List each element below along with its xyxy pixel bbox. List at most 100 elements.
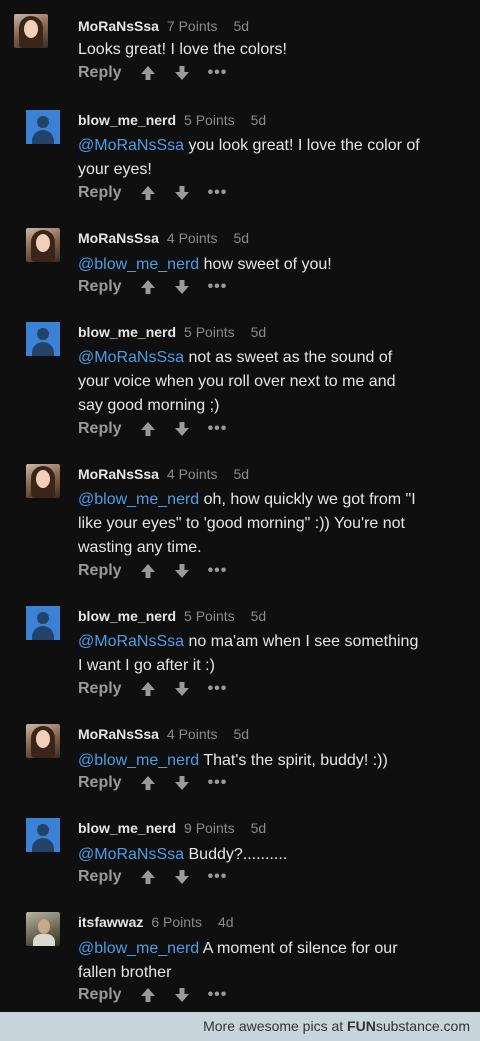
- comment-actions: Reply •••: [78, 184, 227, 202]
- comment-actions: Reply •••: [78, 420, 227, 438]
- more-options-icon[interactable]: •••: [208, 868, 228, 886]
- timestamp: 4d: [217, 914, 234, 930]
- reply-button[interactable]: Reply: [78, 64, 122, 82]
- comment-meta: itsfawwaz 6 Points 4d: [78, 914, 234, 930]
- upvote-arrow-icon[interactable]: [140, 65, 156, 81]
- more-options-icon[interactable]: •••: [208, 562, 228, 580]
- user-avatar[interactable]: [26, 912, 60, 946]
- username[interactable]: blow_me_nerd: [78, 820, 176, 836]
- points: 6 Points: [151, 914, 202, 930]
- comment-actions: Reply •••: [78, 278, 227, 296]
- reply-button[interactable]: Reply: [78, 774, 122, 792]
- username[interactable]: MoRaNsSsa: [78, 18, 159, 34]
- points: 5 Points: [184, 324, 235, 340]
- more-options-icon[interactable]: •••: [208, 774, 228, 792]
- user-avatar[interactable]: [26, 464, 60, 498]
- more-options-icon[interactable]: •••: [208, 420, 228, 438]
- comment-meta: MoRaNsSsa 4 Points 5d: [78, 726, 249, 742]
- points: 7 Points: [166, 18, 218, 34]
- downvote-arrow-icon[interactable]: [174, 775, 190, 791]
- points: 4 Points: [166, 726, 218, 742]
- reply-button[interactable]: Reply: [78, 986, 122, 1004]
- timestamp: 5d: [250, 324, 267, 340]
- mention-link[interactable]: @blow_me_nerd: [78, 752, 199, 769]
- timestamp: 5d: [233, 18, 250, 34]
- reply-button[interactable]: Reply: [78, 420, 122, 438]
- reply-button[interactable]: Reply: [78, 868, 122, 886]
- comment-actions: Reply •••: [78, 774, 227, 792]
- comment-meta: MoRaNsSsa 4 Points 5d: [78, 466, 249, 482]
- user-avatar[interactable]: [14, 14, 48, 48]
- reply-button[interactable]: Reply: [78, 562, 122, 580]
- more-options-icon[interactable]: •••: [208, 278, 228, 296]
- comment-actions: Reply •••: [78, 680, 227, 698]
- upvote-arrow-icon[interactable]: [140, 421, 156, 437]
- mention-link[interactable]: @blow_me_nerd: [78, 940, 199, 957]
- mention-link[interactable]: @blow_me_nerd: [78, 491, 199, 508]
- mention-link[interactable]: @MoRaNsSsa: [78, 846, 184, 863]
- downvote-arrow-icon[interactable]: [174, 563, 190, 579]
- upvote-arrow-icon[interactable]: [140, 185, 156, 201]
- username[interactable]: blow_me_nerd: [78, 608, 176, 624]
- comment-text: @MoRaNsSsa no ma'am when I see something…: [78, 633, 419, 674]
- funsubstance-logo: FUNsubstance.com: [347, 1018, 470, 1034]
- comment-text: @blow_me_nerd A moment of silence for ou…: [78, 940, 398, 981]
- upvote-arrow-icon[interactable]: [140, 869, 156, 885]
- timestamp: 5d: [233, 726, 250, 742]
- user-avatar[interactable]: [26, 322, 60, 356]
- comment-meta: MoRaNsSsa 7 Points 5d: [78, 18, 249, 34]
- points: 5 Points: [184, 608, 235, 624]
- username[interactable]: blow_me_nerd: [78, 112, 176, 128]
- downvote-arrow-icon[interactable]: [174, 681, 190, 697]
- more-options-icon[interactable]: •••: [208, 64, 228, 82]
- mention-link[interactable]: @MoRaNsSsa: [78, 349, 184, 366]
- downvote-arrow-icon[interactable]: [174, 185, 190, 201]
- username[interactable]: blow_me_nerd: [78, 324, 176, 340]
- reply-button[interactable]: Reply: [78, 184, 122, 202]
- downvote-arrow-icon[interactable]: [174, 279, 190, 295]
- watermark-footer: More awesome pics at FUNsubstance.com: [0, 1012, 480, 1041]
- reply-button[interactable]: Reply: [78, 278, 122, 296]
- mention-link[interactable]: @MoRaNsSsa: [78, 137, 184, 154]
- upvote-arrow-icon[interactable]: [140, 775, 156, 791]
- comment-meta: blow_me_nerd 5 Points 5d: [78, 324, 266, 340]
- user-avatar[interactable]: [26, 606, 60, 640]
- comment-text: @blow_me_nerd how sweet of you!: [78, 256, 332, 273]
- username[interactable]: itsfawwaz: [78, 914, 143, 930]
- more-options-icon[interactable]: •••: [208, 680, 228, 698]
- timestamp: 5d: [233, 230, 250, 246]
- more-options-icon[interactable]: •••: [208, 986, 228, 1004]
- comment-text: Looks great! I love the colors!: [78, 41, 287, 58]
- watermark-label: More awesome pics at FUNsubstance.com: [203, 1018, 470, 1034]
- username[interactable]: MoRaNsSsa: [78, 466, 159, 482]
- comment-meta: MoRaNsSsa 4 Points 5d: [78, 230, 249, 246]
- points: 4 Points: [166, 230, 218, 246]
- comment-meta: blow_me_nerd 5 Points 5d: [78, 608, 266, 624]
- username[interactable]: MoRaNsSsa: [78, 726, 159, 742]
- comment-meta: blow_me_nerd 5 Points 5d: [78, 112, 266, 128]
- upvote-arrow-icon[interactable]: [140, 563, 156, 579]
- downvote-arrow-icon[interactable]: [174, 869, 190, 885]
- mention-link[interactable]: @MoRaNsSsa: [78, 633, 184, 650]
- upvote-arrow-icon[interactable]: [140, 987, 156, 1003]
- user-avatar[interactable]: [26, 228, 60, 262]
- upvote-arrow-icon[interactable]: [140, 681, 156, 697]
- user-avatar[interactable]: [26, 818, 60, 852]
- more-options-icon[interactable]: •••: [208, 184, 228, 202]
- comment-text: @blow_me_nerd oh, how quickly we got fro…: [78, 491, 416, 556]
- timestamp: 5d: [250, 608, 267, 624]
- downvote-arrow-icon[interactable]: [174, 421, 190, 437]
- comment-actions: Reply •••: [78, 562, 227, 580]
- timestamp: 5d: [250, 820, 267, 836]
- reply-button[interactable]: Reply: [78, 680, 122, 698]
- comment-text: @MoRaNsSsa Buddy?..........: [78, 846, 288, 863]
- downvote-arrow-icon[interactable]: [174, 987, 190, 1003]
- user-avatar[interactable]: [26, 110, 60, 144]
- username[interactable]: MoRaNsSsa: [78, 230, 159, 246]
- points: 5 Points: [184, 112, 235, 128]
- user-avatar[interactable]: [26, 724, 60, 758]
- comment-text: @blow_me_nerd That's the spirit, buddy! …: [78, 752, 388, 769]
- downvote-arrow-icon[interactable]: [174, 65, 190, 81]
- mention-link[interactable]: @blow_me_nerd: [78, 256, 199, 273]
- upvote-arrow-icon[interactable]: [140, 279, 156, 295]
